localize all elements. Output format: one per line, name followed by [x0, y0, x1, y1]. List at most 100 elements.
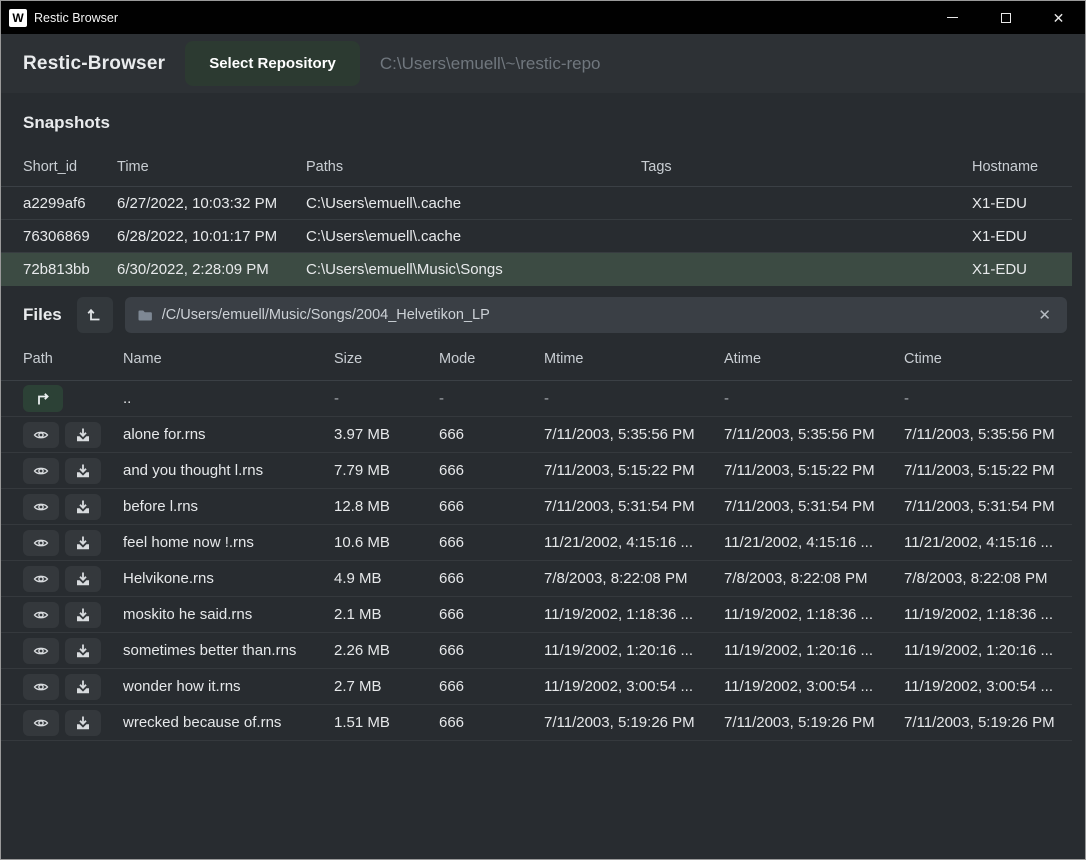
file-row[interactable]: Helvikone.rns 4.9 MB 666 7/8/2003, 8:22:… — [1, 561, 1072, 597]
app-window: W Restic Browser ✕ Restic-Browser Select… — [0, 0, 1086, 860]
snapshot-short-id: 76306869 — [23, 228, 117, 245]
go-parent-button[interactable] — [23, 385, 63, 412]
close-button[interactable]: ✕ — [1032, 1, 1085, 34]
preview-file-button[interactable] — [23, 530, 59, 556]
eye-icon — [33, 463, 49, 479]
file-row[interactable]: before l.rns 12.8 MB 666 7/11/2003, 5:31… — [1, 489, 1072, 525]
file-mode: - — [439, 390, 544, 407]
select-repository-button[interactable]: Select Repository — [185, 41, 360, 86]
download-file-button[interactable] — [65, 710, 101, 736]
file-atime: 11/19/2002, 1:20:16 ... — [724, 642, 904, 659]
eye-icon — [33, 643, 49, 659]
files-col-size: Size — [334, 351, 439, 367]
download-icon — [75, 679, 91, 695]
snapshot-row-selected[interactable]: 72b813bb 6/30/2022, 2:28:09 PM C:\Users\… — [1, 253, 1072, 286]
download-file-button[interactable] — [65, 494, 101, 520]
snapshot-hostname: X1-EDU — [972, 228, 1072, 245]
snapshots-col-paths: Paths — [306, 159, 641, 175]
snapshot-row[interactable]: a2299af6 6/27/2022, 10:03:32 PM C:\Users… — [1, 187, 1072, 220]
snapshots-col-tags: Tags — [641, 159, 972, 175]
snapshots-col-hostname: Hostname — [972, 159, 1072, 175]
file-mtime: 11/21/2002, 4:15:16 ... — [544, 534, 724, 551]
eye-icon — [33, 427, 49, 443]
eye-icon — [33, 571, 49, 587]
file-atime: 11/19/2002, 3:00:54 ... — [724, 678, 904, 695]
files-bar: Files /C/Users/emuell/Music/Songs/2004_H… — [1, 286, 1085, 337]
download-file-button[interactable] — [65, 530, 101, 556]
app-icon: W — [9, 9, 27, 27]
file-ctime: 11/19/2002, 3:00:54 ... — [904, 678, 1072, 695]
download-file-button[interactable] — [65, 458, 101, 484]
download-icon — [75, 643, 91, 659]
file-mode: 666 — [439, 606, 544, 623]
snapshot-time: 6/28/2022, 10:01:17 PM — [117, 228, 306, 245]
file-atime: 7/11/2003, 5:35:56 PM — [724, 426, 904, 443]
file-mtime: 7/11/2003, 5:15:22 PM — [544, 462, 724, 479]
download-file-button[interactable] — [65, 566, 101, 592]
preview-file-button[interactable] — [23, 458, 59, 484]
snapshot-time: 6/30/2022, 2:28:09 PM — [117, 261, 306, 278]
file-mtime: 11/19/2002, 1:20:16 ... — [544, 642, 724, 659]
preview-file-button[interactable] — [23, 674, 59, 700]
clear-path-button[interactable]: ✕ — [1034, 306, 1055, 325]
file-ctime: 7/11/2003, 5:31:54 PM — [904, 498, 1072, 515]
level-up-button[interactable] — [77, 297, 113, 333]
file-atime: - — [724, 390, 904, 407]
minimize-button[interactable] — [926, 1, 979, 34]
file-row[interactable]: alone for.rns 3.97 MB 666 7/11/2003, 5:3… — [1, 417, 1072, 453]
preview-file-button[interactable] — [23, 494, 59, 520]
file-mode: 666 — [439, 570, 544, 587]
current-path-bar[interactable]: /C/Users/emuell/Music/Songs/2004_Helveti… — [125, 297, 1067, 333]
file-size: 12.8 MB — [334, 498, 439, 515]
folder-icon — [137, 307, 153, 323]
file-row[interactable]: wonder how it.rns 2.7 MB 666 11/19/2002,… — [1, 669, 1072, 705]
file-row[interactable]: moskito he said.rns 2.1 MB 666 11/19/200… — [1, 597, 1072, 633]
preview-file-button[interactable] — [23, 638, 59, 664]
download-file-button[interactable] — [65, 638, 101, 664]
files-section-title: Files — [23, 305, 62, 325]
preview-file-button[interactable] — [23, 422, 59, 448]
file-atime: 7/11/2003, 5:31:54 PM — [724, 498, 904, 515]
eye-icon — [33, 715, 49, 731]
file-ctime: - — [904, 390, 1072, 407]
parent-directory-row[interactable]: .. - - - - - — [1, 381, 1072, 417]
file-row[interactable]: and you thought l.rns 7.79 MB 666 7/11/2… — [1, 453, 1072, 489]
file-atime: 11/19/2002, 1:18:36 ... — [724, 606, 904, 623]
snapshots-col-time: Time — [117, 159, 306, 175]
close-icon: ✕ — [1053, 11, 1065, 25]
titlebar: W Restic Browser ✕ — [1, 1, 1085, 34]
file-row[interactable]: sometimes better than.rns 2.26 MB 666 11… — [1, 633, 1072, 669]
snapshots-section-title: Snapshots — [1, 93, 1085, 148]
file-size: 4.9 MB — [334, 570, 439, 587]
preview-file-button[interactable] — [23, 602, 59, 628]
preview-file-button[interactable] — [23, 566, 59, 592]
files-col-name: Name — [123, 351, 334, 367]
preview-file-button[interactable] — [23, 710, 59, 736]
download-icon — [75, 499, 91, 515]
file-mtime: 11/19/2002, 1:18:36 ... — [544, 606, 724, 623]
file-name: wonder how it.rns — [123, 678, 334, 695]
file-name: Helvikone.rns — [123, 570, 334, 587]
download-icon — [75, 427, 91, 443]
file-mode: 666 — [439, 534, 544, 551]
file-mode: 666 — [439, 498, 544, 515]
download-file-button[interactable] — [65, 674, 101, 700]
file-atime: 7/11/2003, 5:15:22 PM — [724, 462, 904, 479]
file-row[interactable]: feel home now !.rns 10.6 MB 666 11/21/20… — [1, 525, 1072, 561]
download-icon — [75, 715, 91, 731]
eye-icon — [33, 499, 49, 515]
file-mtime: - — [544, 390, 724, 407]
file-ctime: 7/11/2003, 5:35:56 PM — [904, 426, 1072, 443]
maximize-icon — [1001, 13, 1011, 23]
download-file-button[interactable] — [65, 602, 101, 628]
corner-up-right-icon — [35, 391, 51, 407]
file-name: and you thought l.rns — [123, 462, 334, 479]
file-size: 2.26 MB — [334, 642, 439, 659]
file-size: 10.6 MB — [334, 534, 439, 551]
file-row[interactable]: wrecked because of.rns 1.51 MB 666 7/11/… — [1, 705, 1072, 741]
download-file-button[interactable] — [65, 422, 101, 448]
snapshot-time: 6/27/2022, 10:03:32 PM — [117, 195, 306, 212]
app-title: Restic-Browser — [23, 53, 165, 75]
snapshot-row[interactable]: 76306869 6/28/2022, 10:01:17 PM C:\Users… — [1, 220, 1072, 253]
maximize-button[interactable] — [979, 1, 1032, 34]
